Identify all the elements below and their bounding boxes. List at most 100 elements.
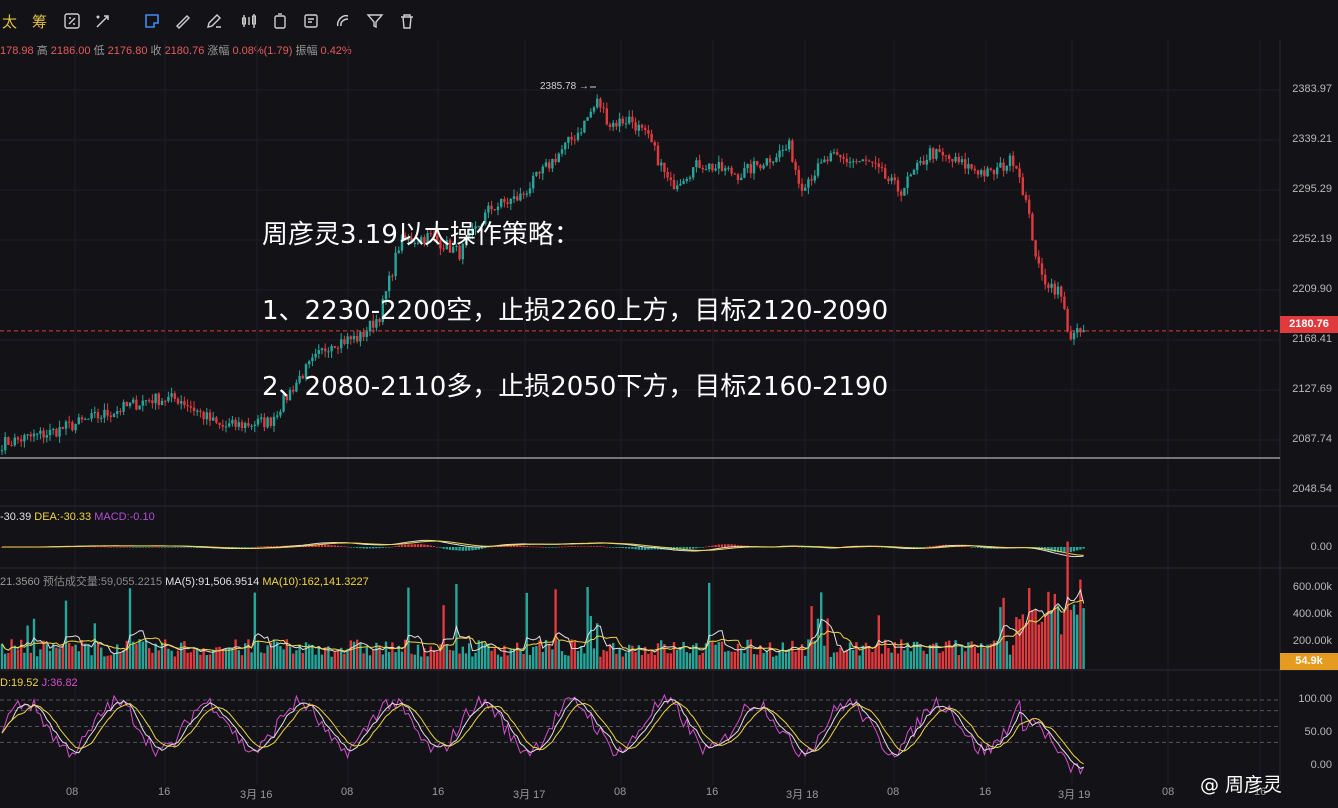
kdj-axis: 100.00	[1298, 693, 1332, 705]
candle-body	[762, 165, 765, 169]
macd-hist: MACD:-0.10	[94, 511, 155, 523]
x-tick: 16	[432, 786, 445, 798]
candle-body	[80, 417, 84, 420]
volume-bar	[1012, 645, 1015, 669]
volume-bar	[276, 641, 279, 669]
volume-bar	[490, 650, 493, 669]
volume-pane	[0, 541, 1085, 669]
ruler-icon[interactable]	[174, 12, 192, 30]
candle-body	[797, 169, 800, 184]
macd-bar	[394, 546, 397, 547]
candle-body	[775, 157, 778, 162]
trash-icon[interactable]	[398, 12, 416, 30]
macd-bar	[922, 547, 925, 548]
macd-bar	[720, 544, 724, 547]
timer-icon[interactable]	[271, 12, 289, 30]
macd-bar	[327, 544, 330, 547]
candle-body	[816, 163, 820, 176]
select-icon[interactable]	[143, 12, 161, 30]
note-icon[interactable]	[302, 12, 320, 30]
volume-bar	[1082, 608, 1085, 669]
volume-bar	[368, 655, 372, 669]
volume-bar	[554, 589, 557, 669]
formula-icon[interactable]	[63, 12, 81, 30]
pen-icon[interactable]	[205, 12, 223, 30]
volume-bar	[282, 649, 285, 669]
volume-bar	[586, 587, 589, 669]
filter-icon[interactable]	[366, 12, 384, 30]
candle-body	[1021, 177, 1024, 195]
macd-bar	[490, 546, 493, 548]
candle-body	[596, 98, 599, 108]
volume-bar	[602, 649, 605, 669]
volume-bar	[983, 647, 986, 669]
candle-body	[183, 401, 186, 406]
volume-bar	[237, 650, 240, 669]
candle-body	[1012, 155, 1015, 166]
volume-bar	[548, 643, 551, 669]
macd-bar	[973, 547, 976, 548]
volume-bar	[980, 643, 983, 669]
volume-bar	[749, 639, 752, 669]
volume-bar	[359, 642, 362, 669]
volume-bar	[1076, 614, 1079, 669]
macd-bar	[621, 547, 624, 549]
volume-bar	[122, 649, 125, 669]
candle-body	[810, 179, 813, 181]
candle-body	[544, 162, 548, 167]
candle-body	[644, 127, 647, 131]
macd-bar	[362, 547, 365, 549]
volume-bar	[4, 653, 7, 669]
magnet-icon[interactable]	[334, 12, 352, 30]
candle-body	[42, 430, 45, 438]
candle-body	[957, 156, 960, 163]
macd-bar	[263, 546, 266, 547]
macd-bar	[154, 546, 157, 548]
volume-bar	[976, 653, 980, 669]
macd-bar	[544, 547, 548, 548]
volume-bar	[874, 646, 877, 669]
candle-body	[871, 161, 874, 163]
volume-bar	[826, 618, 829, 669]
macd-bar	[592, 546, 596, 547]
candle-body	[890, 177, 893, 181]
volume-bar	[61, 644, 64, 669]
indicator-icon[interactable]	[240, 12, 258, 30]
candle-body	[727, 167, 730, 169]
candle-body	[116, 411, 119, 414]
candle-body	[637, 124, 640, 131]
symbol-text[interactable]: 太	[2, 11, 17, 32]
macd-bar	[413, 544, 416, 547]
volume-bar	[333, 652, 336, 669]
volume-bar	[388, 652, 391, 669]
price-chart[interactable]	[0, 40, 1338, 808]
watermark-text: @ 周彦灵	[1200, 774, 1283, 796]
volume-bar	[189, 652, 192, 669]
chip-button[interactable]: 筹	[32, 11, 47, 32]
strategy-line-2: 2、2080-2110多，止损2050下方，目标2160-2190	[262, 372, 889, 402]
macd-bar	[445, 547, 448, 550]
candle-body	[391, 275, 394, 277]
volume-bar	[106, 655, 109, 669]
candle-body	[500, 198, 503, 207]
volume-bar	[298, 644, 301, 669]
candle-body	[730, 167, 733, 174]
candle-body	[13, 437, 16, 446]
settings-tool-icon[interactable]	[94, 12, 112, 30]
volume-bar	[208, 654, 212, 669]
volume-bar	[192, 649, 196, 669]
candle-body	[720, 162, 724, 171]
macd-bar	[128, 546, 132, 548]
volume-bar	[928, 644, 932, 669]
macd-bar	[880, 547, 884, 548]
candle-body	[925, 160, 928, 165]
volume-bar	[84, 643, 87, 669]
macd-bar	[704, 546, 708, 548]
candle-body	[45, 435, 48, 438]
volume-bar	[74, 644, 77, 669]
price-tick: 2295.29	[1292, 183, 1332, 195]
candle-body	[1069, 331, 1072, 340]
volume-bar	[541, 652, 544, 669]
macd-bar	[596, 546, 599, 547]
candle-body	[672, 179, 676, 190]
